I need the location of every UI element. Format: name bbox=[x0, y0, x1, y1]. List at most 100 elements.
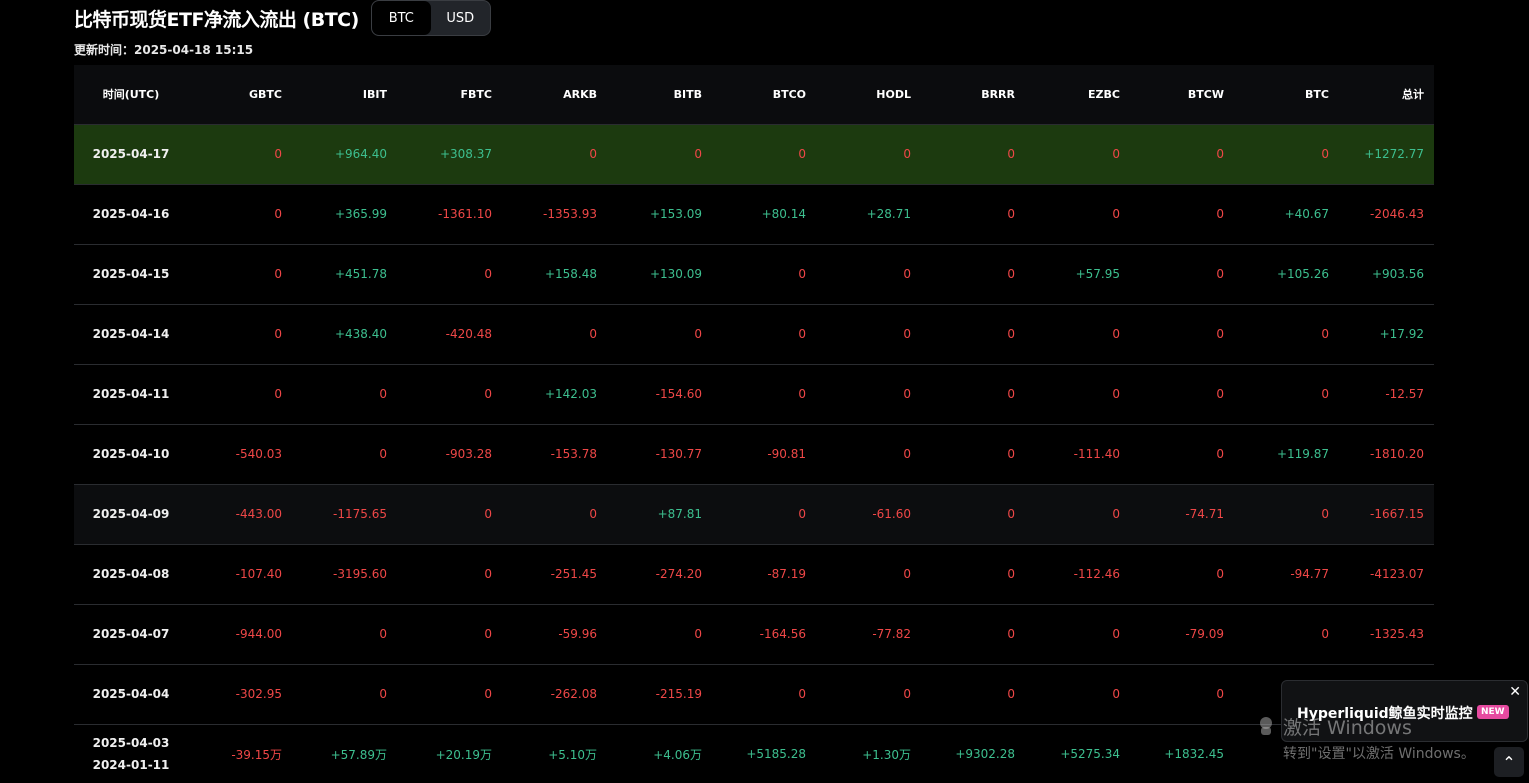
flow-cell: -74.71 bbox=[1185, 507, 1224, 521]
flow-cell: 0 bbox=[903, 267, 911, 281]
flow-cell: 0 bbox=[903, 447, 911, 461]
table-row: 2025-04-15 0 +451.78 0 +158.48 +130.09 0 0 0 +57.… bbox=[74, 244, 1434, 304]
flow-cell: 0 bbox=[274, 387, 282, 401]
flow-cell: +1.30万 bbox=[862, 747, 911, 762]
column-header: EZBC bbox=[1025, 65, 1130, 125]
flow-cell: -164.56 bbox=[759, 627, 806, 641]
date-text: 2025-04-14 bbox=[92, 327, 170, 341]
flow-cell: +365.99 bbox=[334, 207, 387, 221]
date-text: 2025-04-16 bbox=[92, 207, 170, 221]
date-text: 2025-04-08 bbox=[92, 567, 170, 581]
flow-cell: -12.57 bbox=[1385, 387, 1424, 401]
flow-cell: +80.14 bbox=[761, 207, 806, 221]
mascot-icon bbox=[1260, 717, 1272, 735]
flow-cell: 0 bbox=[1321, 327, 1329, 341]
close-icon[interactable]: ✕ bbox=[1509, 684, 1521, 700]
flow-cell: 0 bbox=[589, 147, 597, 161]
flow-cell: 0 bbox=[484, 387, 492, 401]
flow-cell: 0 bbox=[1216, 567, 1224, 581]
column-header: BRRR bbox=[921, 65, 1025, 125]
row-date: 2025-04-07 bbox=[74, 604, 187, 664]
page: 比特币现货ETF净流入流出 (BTC) BTC USD 更新时间：2025-04… bbox=[0, 0, 1529, 783]
flow-cell: -111.40 bbox=[1073, 447, 1120, 461]
flow-cell: +9302.28 bbox=[955, 747, 1015, 761]
flow-cell: 0 bbox=[903, 147, 911, 161]
flow-cell: 0 bbox=[379, 627, 387, 641]
column-header: ARKB bbox=[502, 65, 607, 125]
flow-cell: -4123.07 bbox=[1370, 567, 1424, 581]
toggle-usd[interactable]: USD bbox=[431, 1, 490, 35]
flow-cell: +57.95 bbox=[1075, 267, 1120, 281]
date-text: 2025-04-07 bbox=[92, 627, 170, 641]
flow-cell: -107.40 bbox=[235, 567, 282, 581]
flow-cell: -540.03 bbox=[235, 447, 282, 461]
table-header-row: 时间(UTC) GBTC IBIT FBTC ARKB BITB BTCO HODL BRRR E… bbox=[74, 65, 1434, 125]
flow-cell: -2046.43 bbox=[1370, 207, 1424, 221]
flow-cell: -87.19 bbox=[767, 567, 806, 581]
row-date: 2025-04-10 bbox=[74, 424, 187, 484]
flow-cell: 0 bbox=[1007, 627, 1015, 641]
flow-cell: 0 bbox=[903, 687, 911, 701]
date-text: 2025-04-17 bbox=[92, 147, 170, 161]
flow-cell: -420.48 bbox=[445, 327, 492, 341]
row-date: 2025-04-15 bbox=[74, 244, 187, 304]
flow-cell: -79.09 bbox=[1185, 627, 1224, 641]
column-header: BITB bbox=[607, 65, 712, 125]
flow-cell: -154.60 bbox=[655, 387, 702, 401]
flow-cell: +158.48 bbox=[544, 267, 597, 281]
row-date: 2025-04-08 bbox=[74, 544, 187, 604]
table-row: 2025-04-17 0 +964.40 +308.37 0 0 0 0 0 0 0 0 +1272.7… bbox=[74, 124, 1434, 184]
flow-cell: +142.03 bbox=[544, 387, 597, 401]
row-date: 2025-04-17 bbox=[74, 124, 187, 184]
flow-cell: 0 bbox=[379, 387, 387, 401]
flow-cell: 0 bbox=[484, 687, 492, 701]
flow-cell: +5275.34 bbox=[1060, 747, 1120, 761]
page-title: 比特币现货ETF净流入流出 (BTC) bbox=[74, 8, 359, 31]
flow-cell: 0 bbox=[1007, 147, 1015, 161]
scroll-top-button[interactable]: ⌃ bbox=[1494, 747, 1524, 777]
flow-cell: 0 bbox=[1216, 387, 1224, 401]
flow-cell: +57.89万 bbox=[330, 747, 387, 762]
flow-cell: +119.87 bbox=[1276, 447, 1329, 461]
new-badge: NEW bbox=[1477, 705, 1509, 719]
date-text: 2025-04-03 bbox=[92, 736, 170, 750]
flow-cell: 0 bbox=[1216, 147, 1224, 161]
flow-cell: +451.78 bbox=[334, 267, 387, 281]
flow-cell: 0 bbox=[1112, 147, 1120, 161]
date-text: 2025-04-04 bbox=[92, 687, 170, 701]
flow-cell: 0 bbox=[903, 567, 911, 581]
flow-cell: 0 bbox=[798, 387, 806, 401]
row-date: 2025-04-14 bbox=[74, 304, 187, 364]
flow-cell: 0 bbox=[274, 207, 282, 221]
table-row: 2025-04-11 0 0 0 +142.03 -154.60 0 0 0 0 0 0 -12.57 bbox=[74, 364, 1434, 424]
flow-cell: +1832.45 bbox=[1164, 747, 1224, 761]
flow-cell: -302.95 bbox=[235, 687, 282, 701]
flow-cell: -39.15万 bbox=[231, 747, 282, 762]
table-row: 2025-04-09 -443.00 -1175.65 0 0 +87.81 0 -61.60… bbox=[74, 484, 1434, 544]
column-header: FBTC bbox=[397, 65, 502, 125]
row-date: 2025-04-11 bbox=[74, 364, 187, 424]
flow-cell: 0 bbox=[589, 507, 597, 521]
flow-cell: 0 bbox=[1112, 327, 1120, 341]
flow-cell: -1361.10 bbox=[438, 207, 492, 221]
flow-cell: +5.10万 bbox=[548, 747, 597, 762]
flow-cell: -215.19 bbox=[655, 687, 702, 701]
flow-cell: +153.09 bbox=[649, 207, 702, 221]
flow-cell: 0 bbox=[1007, 567, 1015, 581]
column-header: BTC bbox=[1234, 65, 1339, 125]
table-row: 2025-04-10 -540.03 0 -903.28 -153.78 -130.77 -… bbox=[74, 424, 1434, 484]
flow-cell: -1667.15 bbox=[1370, 507, 1424, 521]
flow-cell: +438.40 bbox=[334, 327, 387, 341]
flow-cell: 0 bbox=[1216, 207, 1224, 221]
flow-cell: 0 bbox=[1321, 387, 1329, 401]
flow-cell: 0 bbox=[1007, 327, 1015, 341]
chevron-up-icon: ⌃ bbox=[1502, 752, 1516, 772]
flow-cell: 0 bbox=[1112, 507, 1120, 521]
flow-cell: -1325.43 bbox=[1370, 627, 1424, 641]
table-row: 2025-04-08 -107.40 -3195.60 0 -251.45 -274.20… bbox=[74, 544, 1434, 604]
toggle-btc[interactable]: BTC bbox=[371, 1, 431, 35]
column-header: GBTC bbox=[187, 65, 292, 125]
flow-cell: 0 bbox=[1112, 687, 1120, 701]
flow-cell: +5185.28 bbox=[746, 747, 806, 761]
flow-cell: 0 bbox=[1007, 507, 1015, 521]
